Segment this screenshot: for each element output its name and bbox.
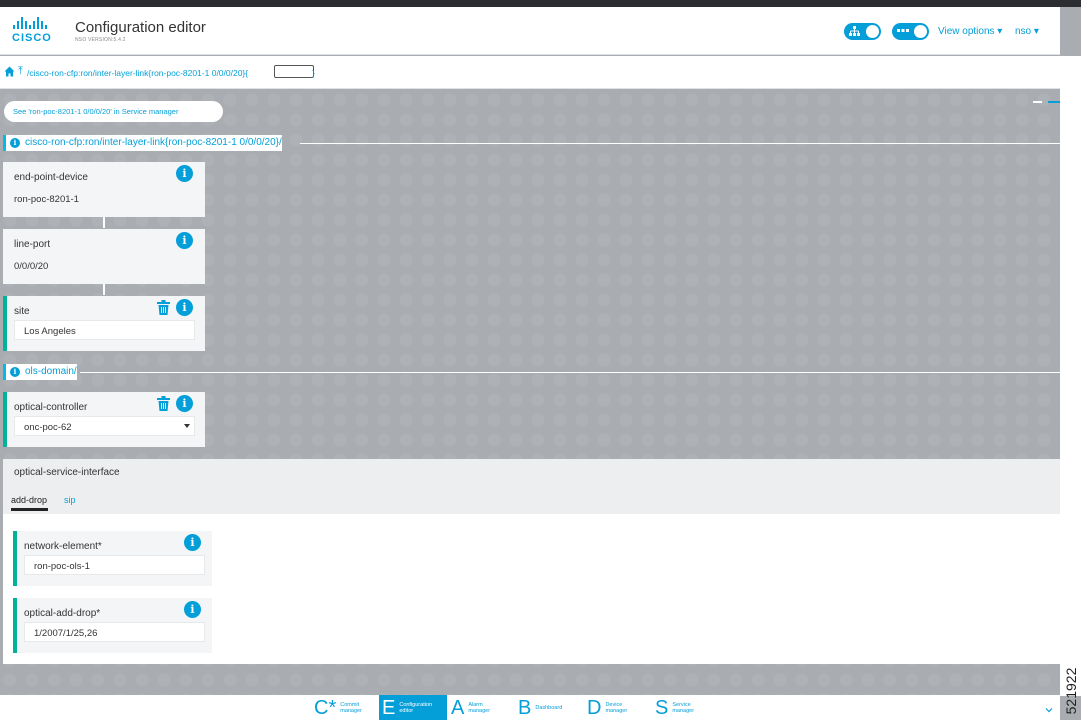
divider — [300, 143, 1060, 144]
right-gutter — [1060, 56, 1081, 696]
browser-top-strip — [0, 0, 1081, 7]
info-icon[interactable]: i — [176, 232, 193, 249]
breadcrumb-close: } — [312, 68, 315, 78]
list-view-toggle[interactable] — [892, 23, 929, 40]
info-icon[interactable]: i — [176, 299, 193, 316]
leaf-value: 0/0/0/20 — [14, 261, 49, 272]
chevron-down-icon[interactable] — [1045, 706, 1053, 714]
trash-icon[interactable] — [157, 300, 170, 315]
user-menu[interactable]: nso ▾ — [1015, 26, 1039, 37]
cisco-logo: CISCO — [12, 17, 56, 47]
network-element-input[interactable]: ron-poc-ols-1 — [24, 555, 205, 575]
bottom-nav: C* Commit manager E Configuration editor A… — [0, 695, 1060, 720]
service-manager-link-button[interactable]: See 'ron-poc-8201-1 0/0/0/20' in Service… — [4, 101, 223, 122]
leaf-site: site Los Angeles i — [3, 296, 205, 351]
section-heading-inter-layer-link[interactable]: i cisco-ron-cfp:ron/inter-layer-link{ron… — [3, 135, 282, 151]
leaf-optical-controller: optical-controller onc-poc-62 i — [3, 392, 205, 447]
tree-view-toggle[interactable] — [844, 23, 881, 40]
add-drop-panel: network-element* ron-poc-ols-1 i optical… — [3, 514, 1060, 664]
home-icon[interactable] — [4, 66, 15, 77]
caret-down-icon[interactable] — [184, 424, 190, 428]
page-title: Configuration editor — [75, 19, 206, 36]
leaf-end-point-device: end-point-device ron-poc-8201-1 i — [3, 162, 205, 217]
info-icon[interactable]: i — [176, 165, 193, 182]
leaf-label: optical-add-drop* — [24, 608, 101, 619]
leaf-line-port: line-port 0/0/0/20 i — [3, 229, 205, 284]
selected-value: onc-poc-62 — [24, 422, 72, 433]
leaf-label: network-element* — [24, 541, 102, 552]
nav-dashboard[interactable]: B Dashboard — [518, 695, 580, 720]
leaf-label: site — [14, 306, 30, 317]
dots-icon — [897, 26, 909, 39]
container-title: optical-service-interface — [14, 467, 120, 478]
leaf-optical-add-drop: optical-add-drop* 1/2007/1/25,26 i — [13, 598, 212, 653]
leaf-label: end-point-device — [14, 172, 88, 183]
scroll-indicator — [1033, 101, 1042, 103]
connector — [103, 284, 105, 295]
optical-service-interface-container: optical-service-interface add-drop sip — [3, 459, 1060, 514]
section-heading-ols-domain[interactable]: i ols-domain/ — [3, 364, 77, 380]
info-icon[interactable]: i — [184, 534, 201, 551]
nav-configuration-editor[interactable]: E Configuration editor — [379, 695, 447, 720]
leaf-value: ron-poc-8201-1 — [14, 194, 79, 205]
app-header: CISCO Configuration editor NSO VERSION:5… — [0, 7, 1060, 55]
info-icon[interactable]: i — [176, 395, 193, 412]
key-input[interactable] — [274, 65, 314, 78]
hierarchy-icon — [849, 26, 860, 39]
tab-add-drop[interactable]: add-drop — [11, 495, 47, 505]
view-options-menu[interactable]: View options ▾ — [938, 26, 1002, 37]
nav-device-manager[interactable]: D Device manager — [587, 695, 649, 720]
optical-add-drop-input[interactable]: 1/2007/1/25,26 — [24, 622, 205, 642]
up-level-icon[interactable]: ⤒ — [18, 65, 23, 78]
breadcrumb: ⤒ /cisco-ron-cfp:ron/inter-layer-link{ro… — [0, 56, 1060, 89]
info-icon[interactable]: i — [10, 367, 20, 377]
scroll-indicator-active — [1048, 101, 1060, 103]
divider — [80, 372, 1060, 373]
leaf-label: line-port — [14, 239, 51, 250]
section-path: cisco-ron-cfp:ron/inter-layer-link{ron-p… — [25, 137, 282, 148]
figure-id: 521922 — [1063, 667, 1079, 715]
site-input[interactable]: Los Angeles — [14, 320, 195, 340]
info-icon[interactable]: i — [10, 138, 20, 148]
nav-commit-manager[interactable]: C* Commit manager — [313, 695, 378, 720]
leaf-network-element: network-element* ron-poc-ols-1 i — [13, 531, 212, 586]
version-label: NSO VERSION:5.4.2 — [75, 37, 126, 43]
tab-sip[interactable]: sip — [64, 495, 76, 505]
breadcrumb-path[interactable]: /cisco-ron-cfp:ron/inter-layer-link{ron-… — [27, 68, 248, 78]
nav-service-manager[interactable]: S Service manager — [655, 695, 717, 720]
section-path: ols-domain/ — [25, 366, 77, 377]
optical-controller-select[interactable]: onc-poc-62 — [14, 416, 195, 436]
connector — [103, 217, 105, 228]
nav-alarm-manager[interactable]: A Alarm manager — [451, 695, 511, 720]
active-tab-indicator — [11, 508, 48, 511]
trash-icon[interactable] — [157, 396, 170, 411]
leaf-label: optical-controller — [14, 402, 88, 413]
info-icon[interactable]: i — [184, 601, 201, 618]
